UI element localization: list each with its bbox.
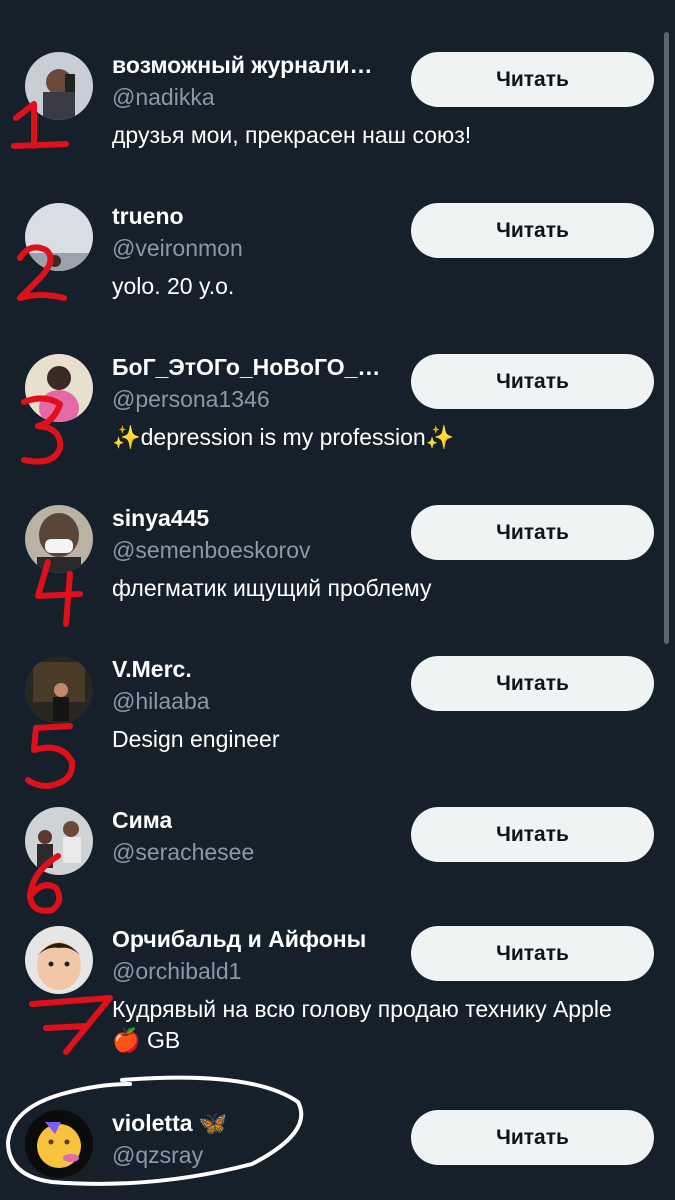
avatar[interactable] bbox=[25, 203, 93, 271]
account-handle: @orchibald1 bbox=[112, 958, 242, 984]
account-name[interactable]: Сима bbox=[112, 807, 172, 834]
follow-button[interactable]: Читать bbox=[411, 807, 654, 862]
account-handle: @veironmon bbox=[112, 235, 243, 261]
follow-button[interactable]: Читать bbox=[411, 656, 654, 711]
avatar[interactable] bbox=[25, 505, 93, 573]
avatar[interactable] bbox=[25, 926, 93, 994]
account-name[interactable]: возможный журнали… bbox=[112, 52, 373, 79]
annotation-number-7 bbox=[29, 995, 113, 1055]
avatar[interactable] bbox=[25, 807, 93, 875]
account-bio: друзья мои, прекрасен наш союз! bbox=[112, 122, 472, 148]
account-bio: Design engineer bbox=[112, 726, 280, 752]
account-handle: @qzsray bbox=[112, 1142, 204, 1168]
follow-button[interactable]: Читать bbox=[411, 505, 654, 560]
account-name[interactable]: trueno bbox=[112, 203, 184, 230]
account-name[interactable]: violetta 🦋 bbox=[112, 1110, 228, 1137]
account-handle: @semenboeskorov bbox=[112, 537, 311, 563]
account-name[interactable]: V.Merc. bbox=[112, 656, 192, 683]
follow-button[interactable]: Читать bbox=[411, 1110, 654, 1165]
follow-button[interactable]: Читать bbox=[411, 926, 654, 981]
account-name[interactable]: sinya445 bbox=[112, 505, 209, 532]
account-bio: ✨depression is my profession✨ bbox=[112, 424, 455, 450]
avatar[interactable] bbox=[25, 1110, 93, 1178]
account-bio: Кудрявый на всю голову продаю технику Ap… bbox=[112, 996, 612, 1053]
follow-button[interactable]: Читать bbox=[411, 203, 654, 258]
account-name[interactable]: Орчибальд и Айфоны bbox=[112, 926, 366, 953]
follow-button[interactable]: Читать bbox=[411, 52, 654, 107]
follow-button[interactable]: Читать bbox=[411, 354, 654, 409]
account-bio: yolo. 20 y.o. bbox=[112, 273, 235, 299]
avatar[interactable] bbox=[25, 354, 93, 422]
account-handle: @persona1346 bbox=[112, 386, 270, 412]
account-handle: @hilaaba bbox=[112, 688, 210, 714]
account-handle: @nadikka bbox=[112, 84, 215, 110]
annotation-number-5 bbox=[25, 723, 76, 789]
avatar[interactable] bbox=[25, 52, 93, 120]
account-handle: @serachesee bbox=[112, 839, 255, 865]
account-bio: флегматик ищущий проблему bbox=[112, 575, 432, 601]
account-name[interactable]: БоГ_ЭтОГо_НоВоГО_… bbox=[112, 354, 380, 381]
scrollbar[interactable] bbox=[664, 32, 669, 644]
avatar[interactable] bbox=[25, 656, 93, 724]
